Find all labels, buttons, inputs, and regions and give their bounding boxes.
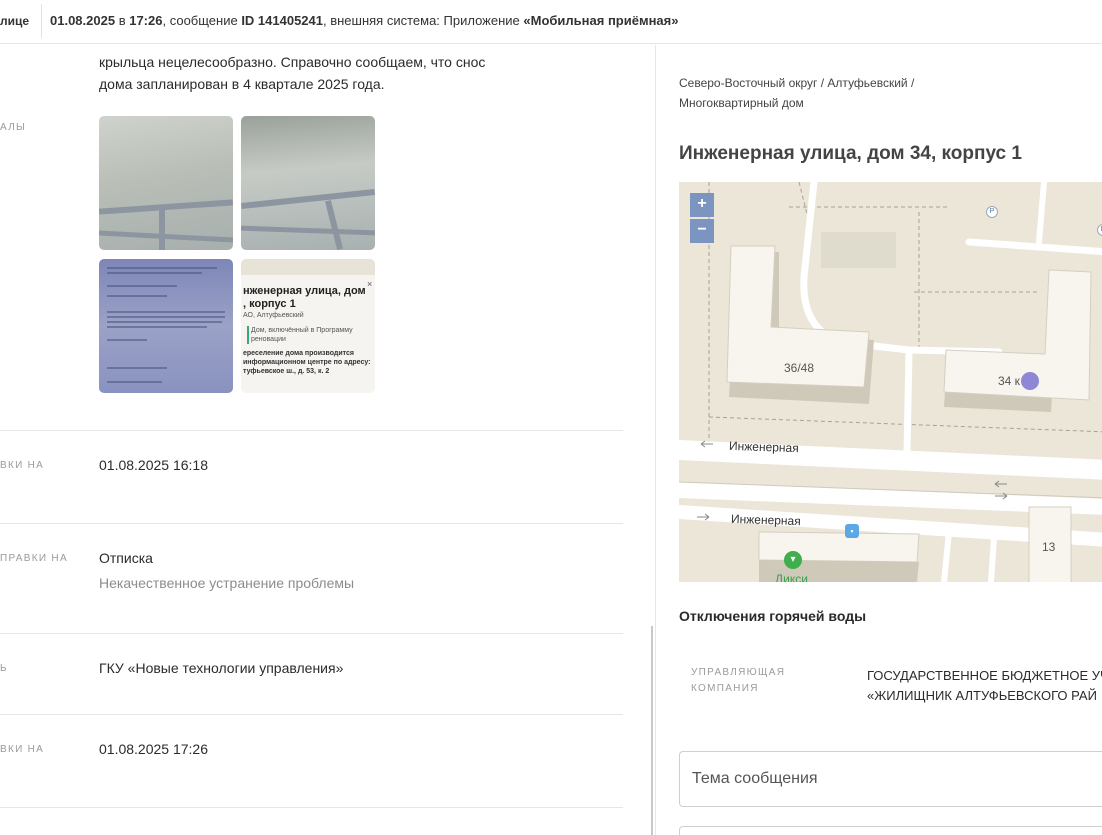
top-bar: лице 01.08.2025 в 17:26, сообщение ID 14…	[0, 0, 1102, 44]
address-marker[interactable]	[1021, 372, 1039, 390]
row-label: Ь	[0, 663, 8, 674]
row-divider	[0, 633, 623, 634]
left-panel-scrollbar[interactable]	[651, 626, 653, 835]
row-divider	[0, 714, 623, 715]
row-divider	[0, 523, 623, 524]
thumbnail-district: АО, Алтуфьевский	[243, 312, 304, 319]
zoom-in-button[interactable]: +	[690, 193, 714, 217]
thumbnail-renovation-badge: Дом, включённый в Программу реновации	[247, 326, 353, 344]
street-label: Инженерная	[730, 511, 801, 529]
management-company-value: ГОСУДАРСТВЕННОЕ БЮДЖЕТНОЕ УЧ «ЖИЛИЩНИК А…	[867, 668, 1102, 703]
row-label: ПРАВКИ НА	[0, 553, 68, 564]
address-title: Инженерная улица, дом 34, корпус 1	[679, 143, 1022, 164]
row-value: 01.08.2025 16:18	[99, 457, 208, 473]
house-number-label: 36/48	[784, 361, 815, 375]
thumbnail-relocation-info: ереселение дома производится информацион…	[243, 350, 371, 375]
management-company-label: УПРАВЛЯЮЩАЯ КОМПАНИЯ	[691, 667, 786, 694]
message-body-input[interactable]	[679, 826, 1102, 835]
row-value: ГКУ «Новые технологии управления»	[99, 660, 344, 676]
house-number-label: 34 к	[998, 374, 1020, 388]
mini-map-strip	[241, 259, 375, 275]
address-map[interactable]: + − P P Инженерная Инженерная 36/48 34 к…	[679, 182, 1102, 582]
address-breadcrumb: Северо-Восточный округ / Алтуфьевский / …	[679, 76, 915, 110]
hot-water-title[interactable]: Отключения горячей воды	[679, 608, 866, 624]
message-details-panel: крыльца нецелесообразно. Справочно сообщ…	[0, 45, 650, 835]
message-info: 01.08.2025 в 17:26, сообщение ID 1414052…	[50, 13, 678, 28]
thumbnail-address-title: нженерная улица, дом , корпус 1	[243, 285, 366, 310]
topbar-divider	[41, 4, 42, 38]
message-date: 01.08.2025	[50, 13, 116, 28]
photo-thumbnail-1[interactable]	[99, 116, 233, 250]
materials-label: АЛЫ	[0, 122, 27, 133]
row-label: ВКИ НА	[0, 744, 45, 755]
parking-icon[interactable]: P	[1097, 224, 1102, 236]
document-photo-thumbnail[interactable]	[99, 259, 233, 393]
message-time: 17:26	[129, 13, 163, 28]
parking-icon[interactable]: P	[986, 206, 998, 218]
message-id: ID 141405241	[241, 13, 323, 28]
message-subject-input[interactable]	[679, 751, 1102, 807]
row-divider	[0, 807, 623, 808]
external-system-name: «Мобильная приёмная»	[523, 13, 679, 28]
external-system-prefix: , внешняя система: Приложение	[323, 13, 524, 28]
close-icon: ×	[367, 279, 373, 289]
message-id-prefix: , сообщение	[162, 13, 242, 28]
row-value: Отписка	[99, 550, 153, 566]
street-label: Инженерная	[728, 438, 799, 456]
answer-text: крыльца нецелесообразно. Справочно сообщ…	[99, 54, 486, 92]
photo-thumbnail-2[interactable]	[241, 116, 375, 250]
shop-icon[interactable]: ▾	[784, 551, 802, 569]
row-divider	[0, 430, 623, 431]
message-in-word: в	[115, 13, 130, 28]
shop-label[interactable]: Дикси	[775, 572, 808, 582]
bus-stop-icon[interactable]: ▪	[845, 524, 859, 538]
house-number-label: 13	[1042, 540, 1056, 554]
row-subvalue: Некачественное устранение проблемы	[99, 575, 355, 591]
row-value: 01.08.2025 17:26	[99, 741, 208, 757]
address-panel: Северо-Восточный округ / Алтуфьевский / …	[656, 45, 1102, 835]
breadcrumb-fragment[interactable]: лице	[0, 14, 29, 28]
zoom-out-button[interactable]: −	[690, 219, 714, 243]
row-label: ВКИ НА	[0, 460, 45, 471]
renovation-screenshot-thumbnail[interactable]: × нженерная улица, дом , корпус 1 АО, Ал…	[241, 259, 375, 393]
